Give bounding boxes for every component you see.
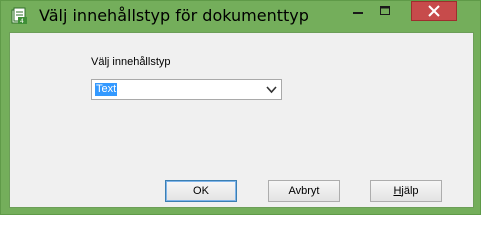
minimize-icon — [353, 12, 363, 14]
content-type-dropdown[interactable]: Text — [91, 79, 282, 100]
window-title: Välj innehållstyp för dokumenttyp — [39, 6, 309, 25]
minimize-button[interactable] — [345, 1, 371, 22]
help-label-rest: jälp — [401, 185, 419, 197]
close-button[interactable] — [411, 1, 457, 21]
dialog-window: 4 Välj innehållstyp för dokumenttyp Välj… — [0, 0, 481, 215]
chevron-down-icon[interactable] — [266, 85, 277, 94]
maximize-icon — [380, 6, 390, 15]
content-type-label: Välj innehållstyp — [91, 56, 171, 68]
close-icon — [428, 5, 440, 17]
app-icon: 4 — [10, 7, 28, 25]
title-bar[interactable]: 4 Välj innehållstyp för dokumenttyp — [1, 1, 480, 31]
cancel-button[interactable]: Avbryt — [268, 180, 340, 202]
ok-button[interactable]: OK — [165, 180, 237, 202]
content-type-selected-value: Text — [93, 82, 119, 97]
help-button[interactable]: Hjälp — [370, 180, 442, 202]
maximize-button[interactable] — [372, 1, 398, 22]
dialog-body: Välj innehållstyp Text OK Avbryt Hjälp — [9, 32, 474, 208]
svg-text:4: 4 — [20, 18, 24, 25]
